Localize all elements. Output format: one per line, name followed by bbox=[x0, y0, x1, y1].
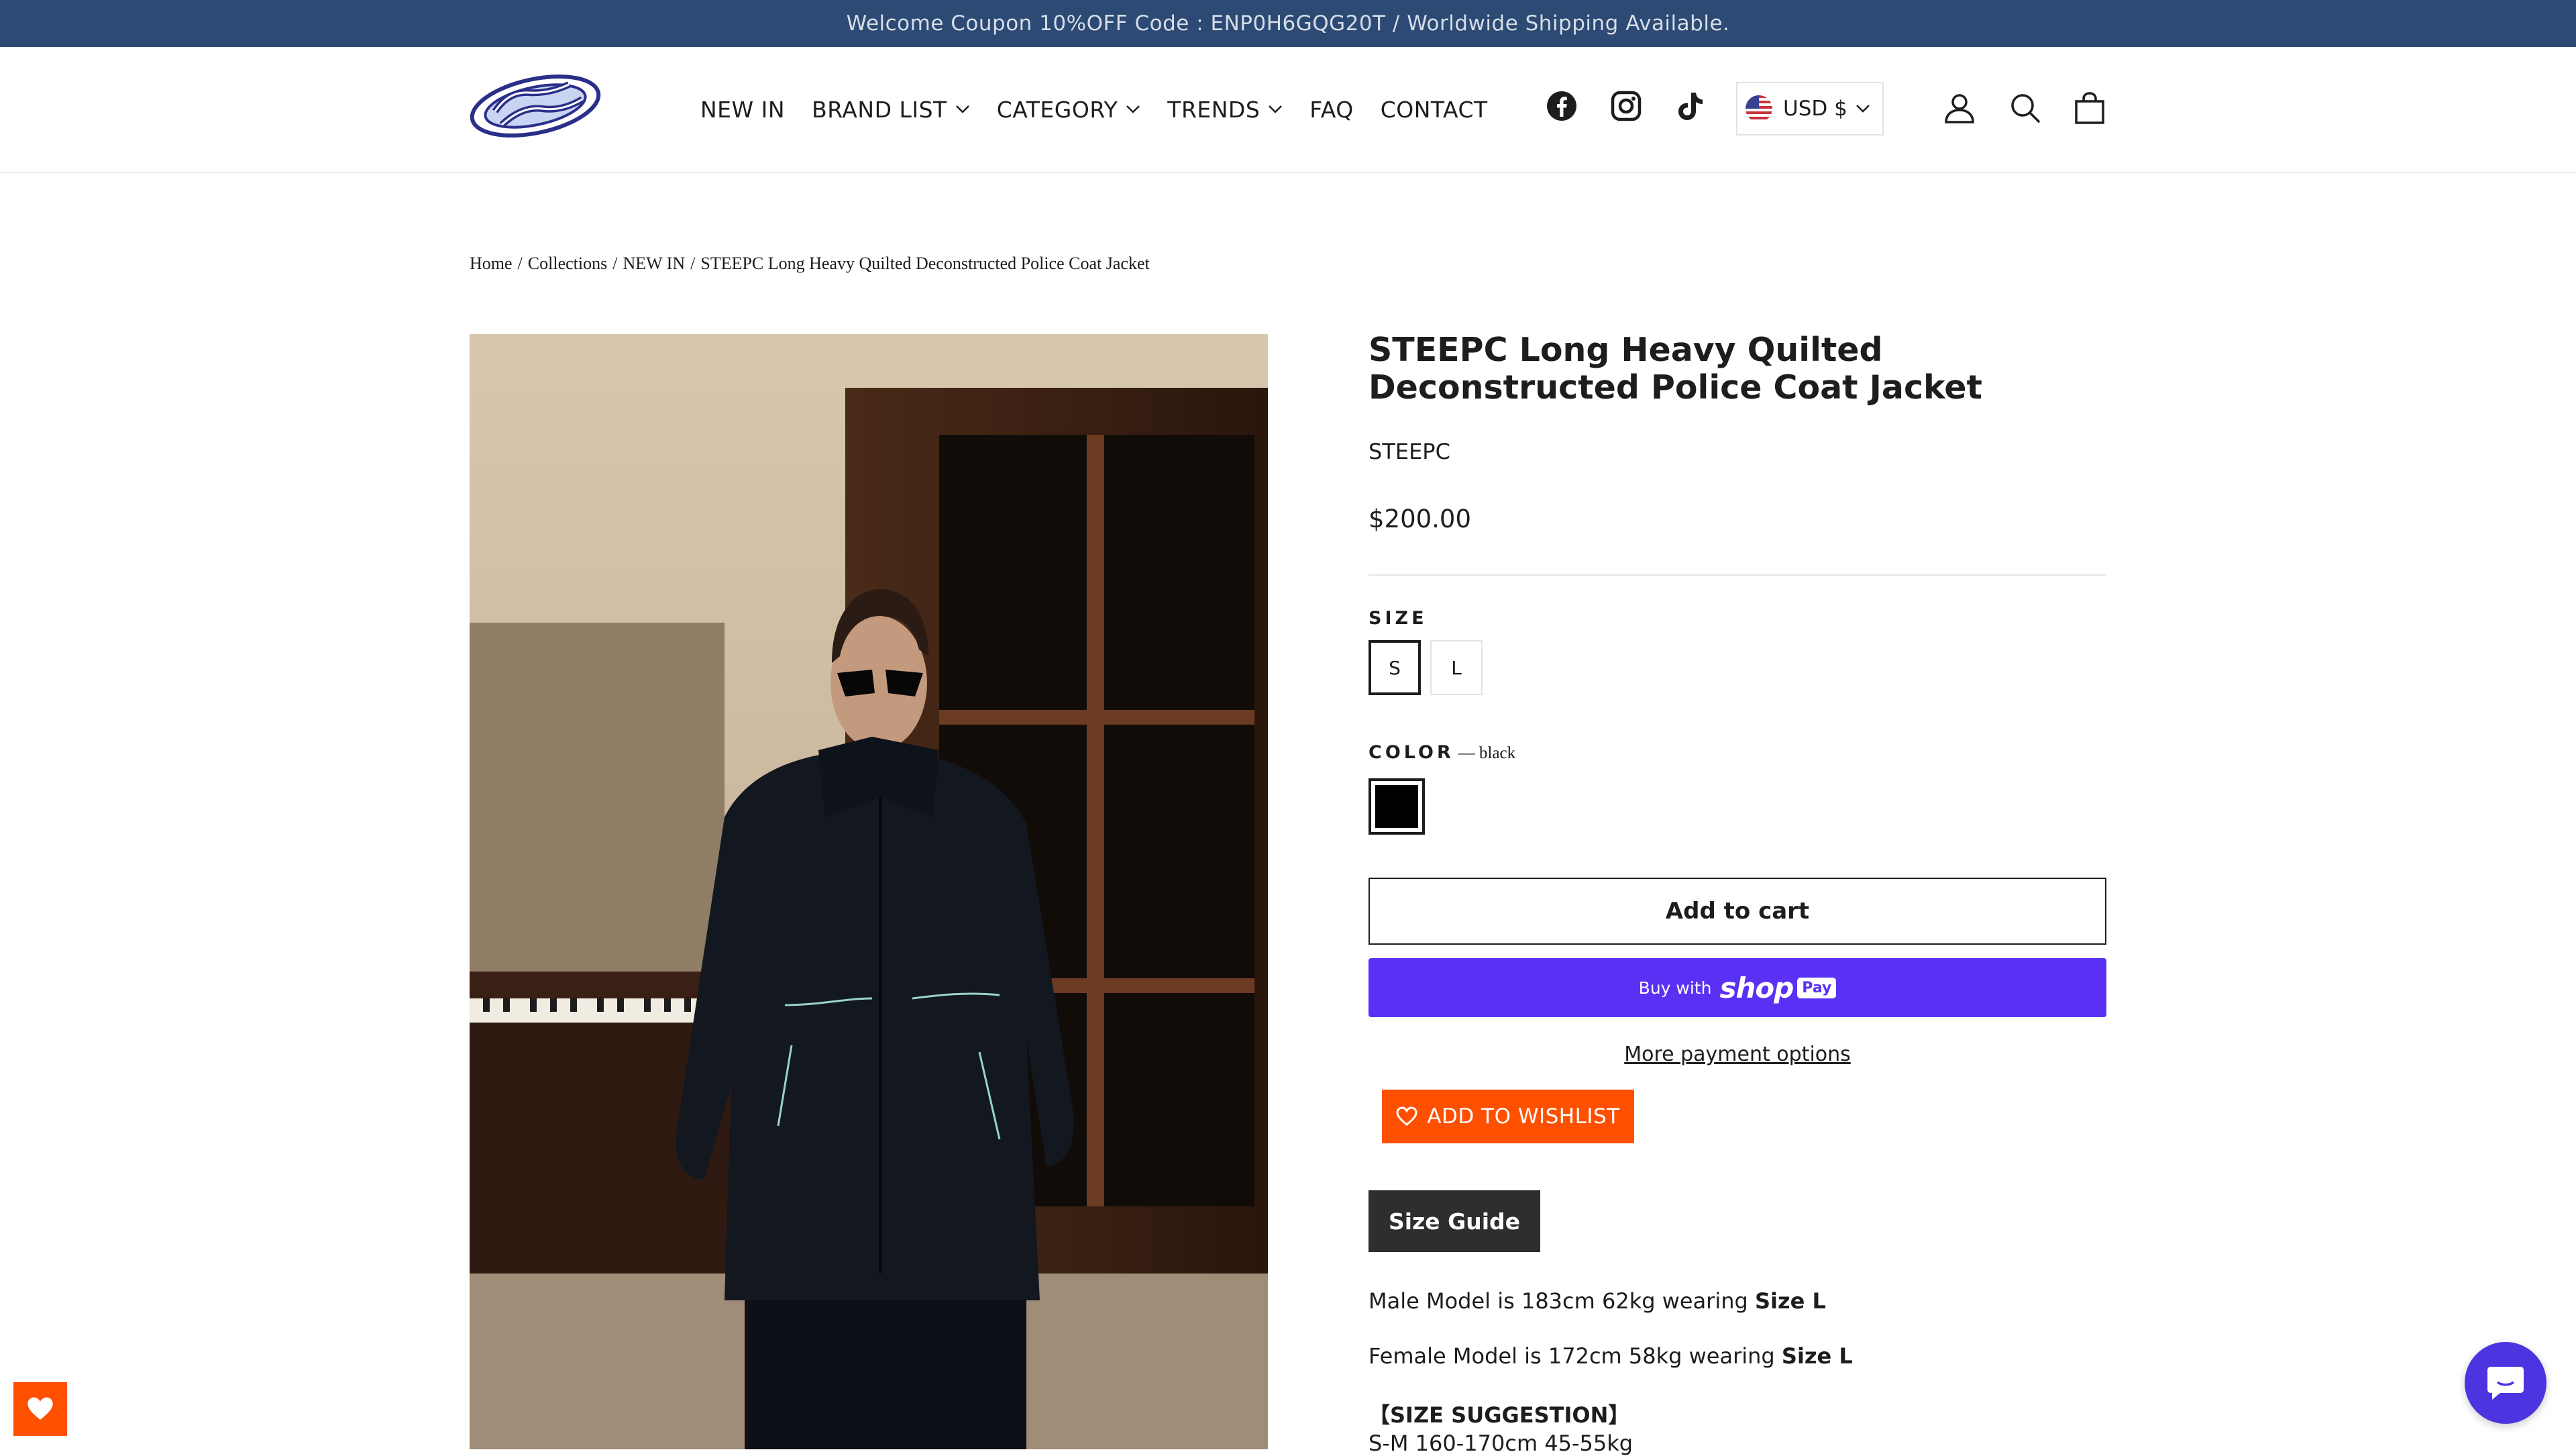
swatch-fill bbox=[1375, 785, 1418, 828]
color-label-text: COLOR bbox=[1368, 742, 1454, 763]
nav-trends[interactable]: TRENDS bbox=[1167, 97, 1283, 123]
add-to-cart-button[interactable]: Add to cart bbox=[1368, 878, 2106, 945]
breadcrumb-home[interactable]: Home bbox=[470, 254, 513, 273]
nav-faq[interactable]: FAQ bbox=[1309, 97, 1353, 123]
announcement-bar: Welcome Coupon 10%OFF Code : ENP0H6GQG20… bbox=[0, 0, 2576, 47]
size-guide-button[interactable]: Size Guide bbox=[1368, 1190, 1540, 1252]
breadcrumb-current: STEEPC Long Heavy Quilted Deconstructed … bbox=[700, 254, 1150, 273]
tiktok-icon[interactable] bbox=[1670, 86, 1711, 126]
size-suggestion-heading: 【SIZE SUGGESTION】 bbox=[1368, 1402, 1630, 1428]
main-nav: NEW IN BRAND LIST CATEGORY TRENDS FAQ CO… bbox=[700, 47, 1515, 172]
size-suggestion-line: S-M 160-170cm 45-55kg bbox=[1368, 1431, 1633, 1456]
store-logo[interactable] bbox=[468, 64, 606, 144]
nav-trends-label: TRENDS bbox=[1167, 96, 1260, 123]
currency-selector[interactable]: USD $ bbox=[1736, 82, 1884, 136]
male-model-size: Size L bbox=[1754, 1288, 1826, 1314]
floating-wishlist-button[interactable] bbox=[13, 1382, 67, 1436]
breadcrumb-separator: / bbox=[690, 254, 696, 273]
wishlist-label: ADD TO WISHLIST bbox=[1427, 1104, 1620, 1129]
add-to-cart-label: Add to cart bbox=[1665, 898, 1810, 925]
size-option-s[interactable]: S bbox=[1368, 640, 1421, 695]
currency-label: USD $ bbox=[1783, 97, 1847, 121]
buy-with-label: Buy with bbox=[1638, 978, 1712, 998]
size-option-l[interactable]: L bbox=[1430, 640, 1483, 695]
chevron-down-icon bbox=[1126, 105, 1140, 113]
us-flag-icon bbox=[1746, 95, 1772, 122]
nav-new-in[interactable]: NEW IN bbox=[700, 97, 785, 123]
instagram-icon[interactable] bbox=[1606, 86, 1646, 126]
color-label: COLOR — black bbox=[1368, 742, 1515, 763]
size-label-text: SIZE bbox=[1368, 608, 1428, 629]
site-header: NEW IN BRAND LIST CATEGORY TRENDS FAQ CO… bbox=[0, 47, 2576, 173]
size-guide-label: Size Guide bbox=[1388, 1208, 1521, 1235]
color-value: — black bbox=[1458, 744, 1516, 762]
breadcrumb-new-in[interactable]: NEW IN bbox=[623, 254, 685, 273]
account-icon[interactable] bbox=[1936, 85, 1983, 132]
size-label: SIZE bbox=[1368, 608, 1428, 629]
breadcrumb-separator: / bbox=[612, 254, 618, 273]
facebook-icon[interactable] bbox=[1542, 86, 1582, 126]
more-payment-options-link[interactable]: More payment options bbox=[1368, 1043, 2106, 1066]
color-swatch-black[interactable] bbox=[1368, 778, 1425, 835]
breadcrumb: Home / Collections / NEW IN / STEEPC Long Heav… bbox=[470, 254, 1150, 274]
chevron-down-icon bbox=[1856, 105, 1870, 113]
chevron-down-icon bbox=[955, 105, 969, 113]
male-model-text: Male Model is 183cm 62kg wearing bbox=[1368, 1288, 1748, 1314]
chat-icon bbox=[2487, 1367, 2524, 1400]
add-to-wishlist-button[interactable]: ADD TO WISHLIST bbox=[1382, 1090, 1634, 1143]
nav-contact-label: CONTACT bbox=[1380, 96, 1488, 123]
nav-contact[interactable]: CONTACT bbox=[1381, 97, 1488, 123]
female-model-info: Female Model is 172cm 58kg wearing Size … bbox=[1368, 1343, 1853, 1369]
product-info: STEEPC Long Heavy Quilted Deconstructed … bbox=[1368, 331, 2106, 1456]
announcement-text: Welcome Coupon 10%OFF Code : ENP0H6GQG20… bbox=[846, 11, 1730, 36]
product-price: $200.00 bbox=[1368, 505, 1472, 533]
chat-button[interactable] bbox=[2465, 1342, 2546, 1424]
breadcrumb-separator: / bbox=[517, 254, 523, 273]
product-image[interactable] bbox=[470, 334, 1268, 1449]
shop-pay-badge: Pay bbox=[1797, 977, 1837, 998]
female-model-size: Size L bbox=[1781, 1343, 1853, 1369]
heart-icon bbox=[1396, 1106, 1417, 1126]
breadcrumb-collections[interactable]: Collections bbox=[528, 254, 607, 273]
shop-pay-button[interactable]: Buy with shop Pay bbox=[1368, 958, 2106, 1017]
female-model-text: Female Model is 172cm 58kg wearing bbox=[1368, 1343, 1775, 1369]
search-icon[interactable] bbox=[2002, 85, 2049, 132]
nav-new-in-label: NEW IN bbox=[700, 96, 786, 123]
nav-faq-label: FAQ bbox=[1309, 96, 1354, 123]
nav-brand-list-label: BRAND LIST bbox=[812, 96, 947, 123]
cart-icon[interactable] bbox=[2066, 85, 2113, 132]
product-title: STEEPC Long Heavy Quilted Deconstructed … bbox=[1368, 331, 1982, 407]
shop-pay-logo: shop bbox=[1719, 971, 1794, 1004]
size-option-label: L bbox=[1451, 656, 1462, 679]
product-vendor[interactable]: STEEPC bbox=[1368, 439, 1450, 464]
heart-icon bbox=[28, 1397, 53, 1420]
chevron-down-icon bbox=[1269, 105, 1283, 113]
size-suggestion-title: 【SIZE SUGGESTION】 bbox=[1368, 1398, 1629, 1429]
nav-category-label: CATEGORY bbox=[996, 96, 1118, 123]
size-option-label: S bbox=[1389, 656, 1401, 679]
male-model-info: Male Model is 183cm 62kg wearing Size L bbox=[1368, 1288, 1826, 1314]
nav-brand-list[interactable]: BRAND LIST bbox=[812, 97, 970, 123]
nav-category[interactable]: CATEGORY bbox=[997, 97, 1141, 123]
divider bbox=[1368, 574, 2106, 576]
